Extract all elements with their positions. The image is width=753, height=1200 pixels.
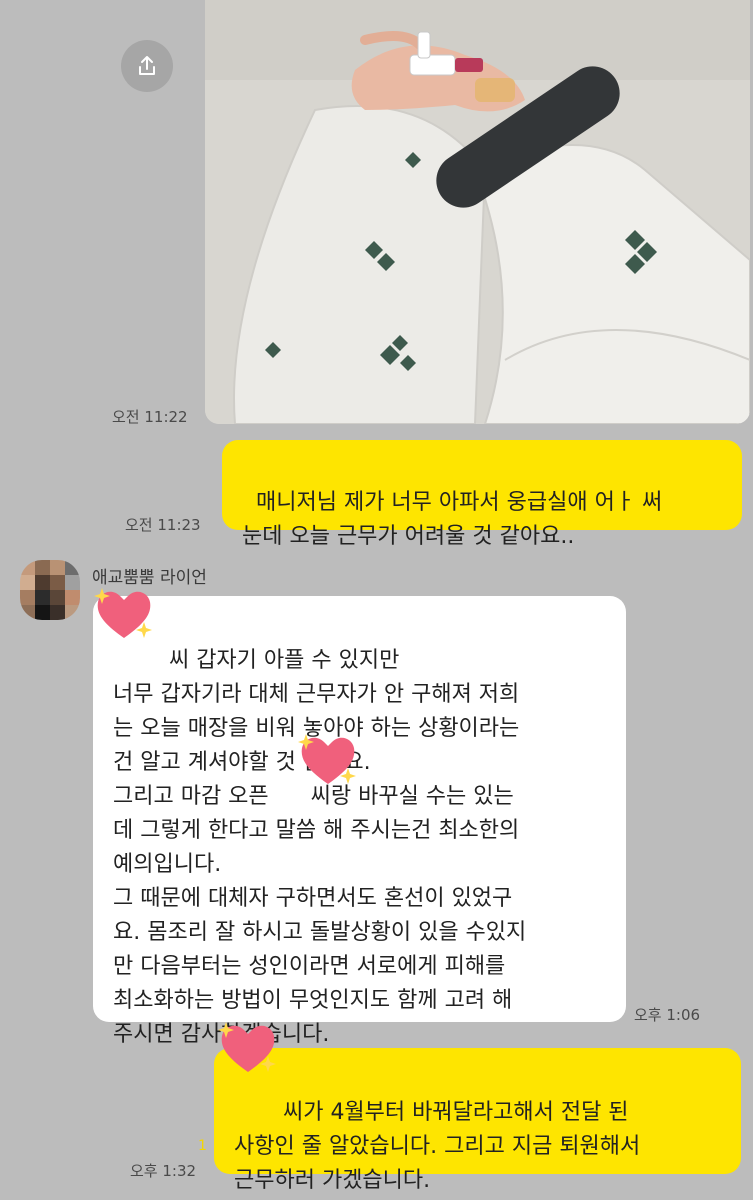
message-text: 씨 갑자기 아플 수 있지만 너무 갑자기라 대체 근무자가 안 구해져 저희 … [113,648,527,1047]
outgoing-message-bubble[interactable]: 매니저님 제가 너무 아파서 웅급실애 어ㅏ 써 눈데 오늘 근무가 어려울 것… [222,440,742,549]
outgoing-message-bubble[interactable]: 씨가 4월부터 바꿔달라고해서 전달 된 사항인 줄 알았습니다. 그리고 지금… [214,1048,741,1193]
heart-sparkle-sticker-icon [94,588,152,638]
heart-sparkle-sticker-icon [218,1022,276,1072]
heart-sparkle-sticker-icon [298,734,356,784]
unread-count: 1 [198,1138,207,1154]
message-time: 오전 11:23 [125,516,201,534]
photo-message[interactable] [205,0,750,424]
sender-name: 애교뿜뿜 라이언 [92,568,207,588]
hospital-photo [205,0,750,424]
pixelated-avatar-image [20,560,80,620]
avatar[interactable] [20,560,80,620]
share-icon [139,56,155,75]
incoming-message-bubble[interactable]: 씨 갑자기 아플 수 있지만 너무 갑자기라 대체 근무자가 안 구해져 저희 … [93,596,626,1047]
message-time: 오후 1:32 [130,1162,197,1180]
message-text: 씨가 4월부터 바꿔달라고해서 전달 된 사항인 줄 알았습니다. 그리고 지금… [234,1100,641,1193]
message-text: 매니저님 제가 너무 아파서 웅급실애 어ㅏ 써 눈데 오늘 근무가 어려울 것… [242,490,663,549]
message-time: 오후 1:06 [634,1006,701,1024]
message-time: 오전 11:22 [112,408,188,426]
share-button[interactable] [121,40,173,92]
